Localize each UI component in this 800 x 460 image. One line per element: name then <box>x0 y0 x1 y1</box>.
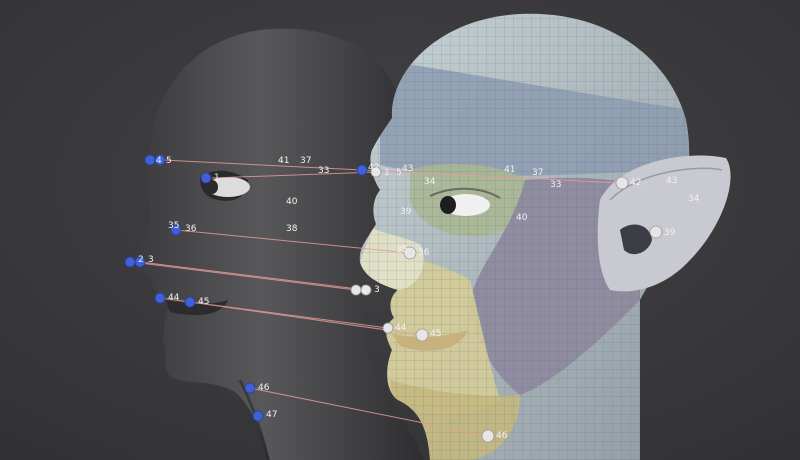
label-target-3: 3 <box>374 285 380 295</box>
label-source-46: 46 <box>258 383 270 393</box>
label-source-36: 36 <box>185 224 197 234</box>
label-ear-39: 39 <box>664 228 676 238</box>
label-target-36: 36 <box>418 248 430 258</box>
label-target-40: 40 <box>516 213 528 223</box>
label-target-41: 41 <box>504 165 515 175</box>
source-point-47[interactable] <box>252 410 264 422</box>
label-source-37: 37 <box>300 156 311 166</box>
source-point-42[interactable] <box>356 164 368 176</box>
label-source-1: 1 <box>214 173 220 183</box>
label-ear-34: 34 <box>688 194 700 204</box>
target-point-46[interactable] <box>481 429 495 443</box>
label-target-35: 35 <box>396 245 407 255</box>
label-source-33: 33 <box>318 166 329 176</box>
label-source-38: 38 <box>286 224 298 234</box>
label-target-45: 45 <box>430 329 441 339</box>
label-ear-43: 43 <box>666 176 677 186</box>
source-point-4[interactable] <box>144 154 156 166</box>
label-target-42: 42 <box>368 163 379 173</box>
label-source-41: 41 <box>278 156 289 166</box>
target-point-39-ear[interactable] <box>649 225 663 239</box>
label-target-44: 44 <box>395 323 407 333</box>
label-target-2: 2 <box>362 285 368 295</box>
target-point-45[interactable] <box>415 328 429 342</box>
label-target-37: 37 <box>532 168 543 178</box>
label-ear-42: 42 <box>630 178 641 188</box>
target-point-2[interactable] <box>350 284 362 296</box>
label-source-2: 2 <box>138 255 144 265</box>
label-source-5: 5 <box>166 156 172 166</box>
source-point-1[interactable] <box>200 172 212 184</box>
target-point-44[interactable] <box>382 322 394 334</box>
3d-viewport[interactable]: 4 5 1 41 37 33 40 35 36 38 2 3 44 45 46 … <box>0 0 800 460</box>
label-target-46: 46 <box>496 431 508 441</box>
label-source-3: 3 <box>148 255 154 265</box>
label-source-40: 40 <box>286 197 298 207</box>
label-source-35: 35 <box>168 221 179 231</box>
source-point-46[interactable] <box>244 382 256 394</box>
label-target-34: 34 <box>424 177 436 187</box>
target-point-42-ear[interactable] <box>615 176 629 190</box>
label-target-43: 43 <box>402 164 413 174</box>
target-pupil <box>440 196 456 214</box>
label-source-44: 44 <box>168 293 180 303</box>
source-point-45[interactable] <box>184 296 196 308</box>
label-source-47: 47 <box>266 410 277 420</box>
label-target-5: 5 <box>396 168 402 178</box>
source-point-2[interactable] <box>124 256 136 268</box>
viewport-canvas[interactable]: 4 5 1 41 37 33 40 35 36 38 2 3 44 45 46 … <box>0 0 800 460</box>
label-source-45: 45 <box>198 297 209 307</box>
label-target-33: 33 <box>550 180 561 190</box>
label-target-1: 1 <box>384 168 390 178</box>
source-point-44[interactable] <box>154 292 166 304</box>
label-target-39: 39 <box>400 207 412 217</box>
label-source-4: 4 <box>156 156 162 166</box>
